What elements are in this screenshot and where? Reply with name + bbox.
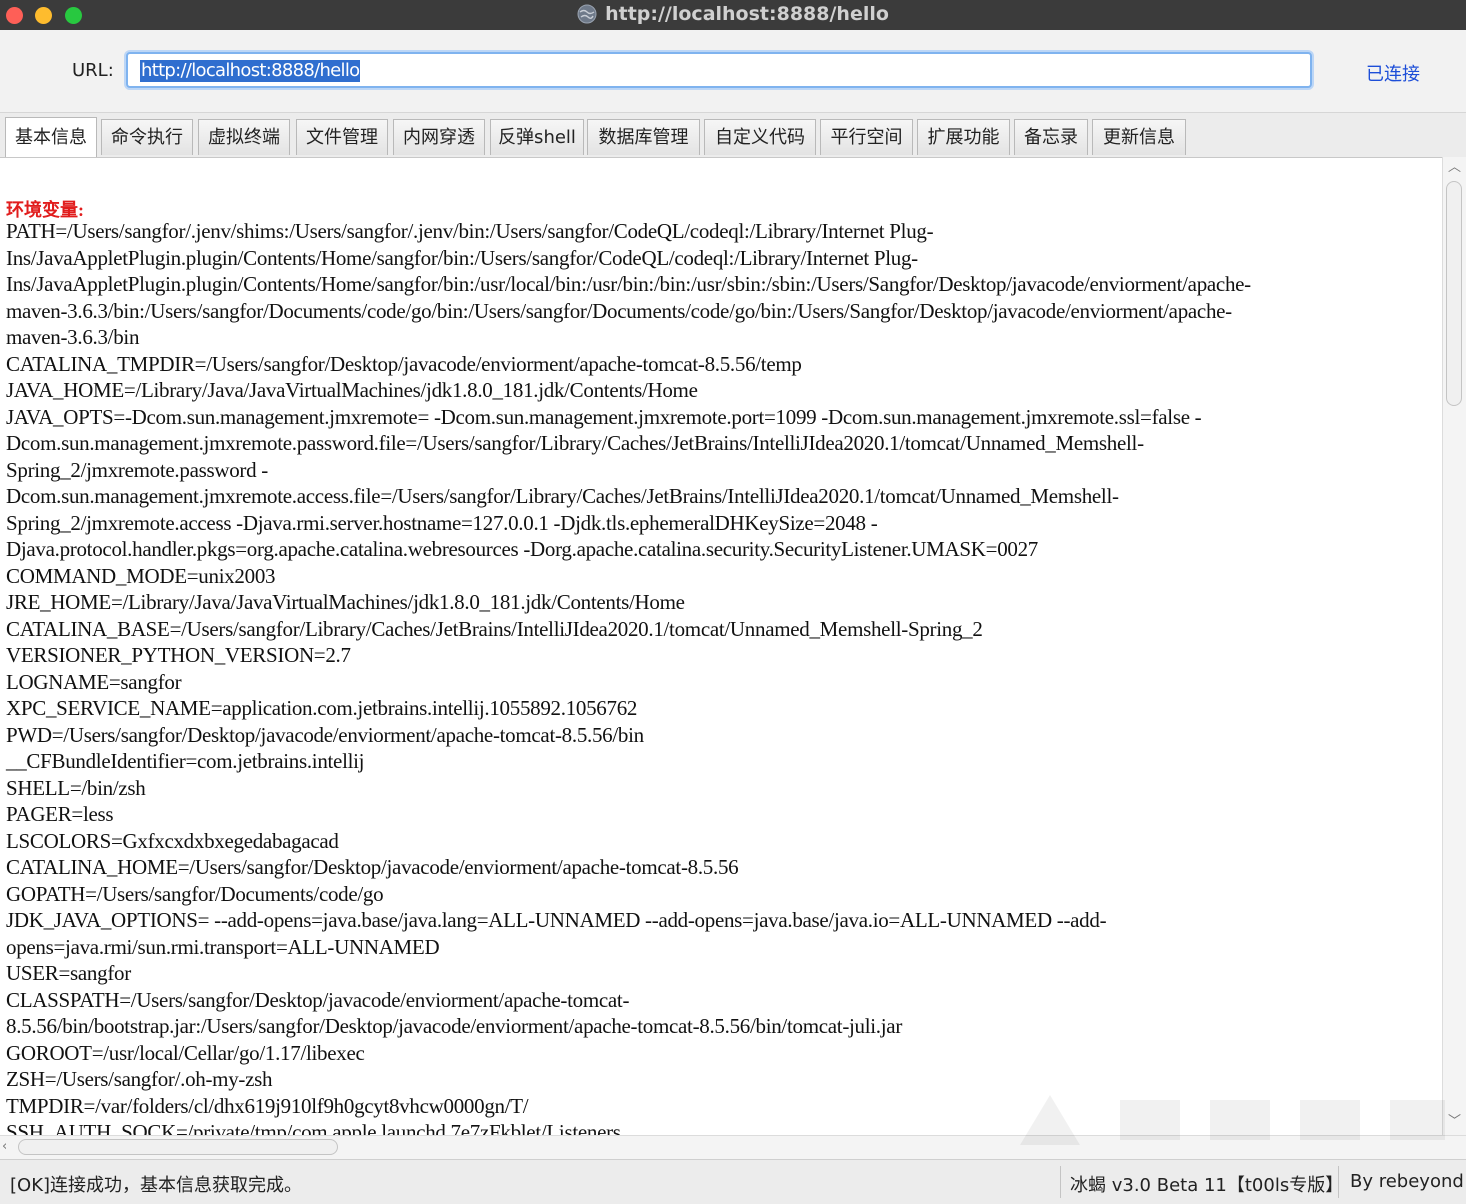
status-message: [OK]连接成功，基本信息获取完成。 [10,1175,303,1196]
env-var-line: GOROOT=/usr/local/Cellar/go/1.17/libexec [6,1040,365,1065]
env-var-line: PATH=/Users/sangfor/.jenv/shims:/Users/s… [6,219,934,243]
env-var-line: XPC_SERVICE_NAME=application.com.jetbrai… [6,696,638,720]
tab-virtual-terminal[interactable]: 虚拟终端 [198,119,290,155]
env-var-line: CLASSPATH=/Users/sangfor/Desktop/javacod… [6,987,630,1012]
status-bar: [OK]连接成功，基本信息获取完成。 冰蝎 v3.0 Beta 11【t00ls… [0,1159,1466,1204]
tab-memo[interactable]: 备忘录 [1014,119,1088,155]
env-var-line: Spring_2/jmxremote.password - [6,457,268,482]
app-author: By rebeyond [1350,1171,1464,1192]
env-var-line: maven-3.6.3/bin:/Users/sangfor/Documents… [6,298,1232,323]
env-var-line: __CFBundleIdentifier=com.jetbrains.intel… [6,749,365,773]
url-bar: URL: http://localhost:8888/hello 已连接 [0,30,1466,113]
arrow-up-icon[interactable]: ︿ [1448,161,1461,175]
env-var-line: maven-3.6.3/bin [6,325,140,349]
env-var-line: opens=java.rmi/sun.rmi.transport=ALL-UNN… [6,934,440,959]
env-var-line: USER=sangfor [6,961,131,985]
env-var-line: Spring_2/jmxremote.access -Djava.rmi.ser… [6,510,878,535]
tab-file-manager[interactable]: 文件管理 [296,119,388,155]
tab-database-manager[interactable]: 数据库管理 [587,119,700,155]
status-separator [1338,1166,1339,1198]
url-input-value: http://localhost:8888/hello [140,60,361,82]
env-var-line: ZSH=/Users/sangfor/.oh-my-zsh [6,1067,273,1091]
env-var-line: LOGNAME=sangfor [6,669,182,694]
globe-icon [577,4,597,24]
env-var-line: 8.5.56/bin/bootstrap.jar:/Users/sangfor/… [6,1014,903,1038]
title-bar: http://localhost:8888/hello [0,0,1466,30]
env-var-line: PWD=/Users/sangfor/Desktop/javacode/envi… [6,722,644,747]
tab-parallel-space[interactable]: 平行空间 [820,119,913,155]
tab-intranet-tunnel[interactable]: 内网穿透 [393,119,485,155]
env-var-line: Dcom.sun.management.jmxremote.password.f… [6,431,1144,455]
env-var-line: Ins/JavaAppletPlugin.plugin/Contents/Hom… [6,245,918,270]
env-var-line: CATALINA_BASE=/Users/sangfor/Library/Cac… [6,616,983,641]
vertical-scrollbar[interactable]: ︿ ﹀ [1442,157,1466,1135]
arrow-left-icon[interactable]: ‹ [2,1140,7,1154]
tab-basic-info[interactable]: 基本信息 [5,117,97,157]
env-var-line: LSCOLORS=Gxfxcxdxbxegedabagacad [6,828,339,853]
connection-status: 已连接 [1366,64,1420,85]
env-var-line: SHELL=/bin/zsh [6,775,146,800]
env-var-line: CATALINA_TMPDIR=/Users/sangfor/Desktop/j… [6,351,802,376]
env-var-line: GOPATH=/Users/sangfor/Documents/code/go [6,881,384,906]
env-var-line: Ins/JavaAppletPlugin.plugin/Contents/Hom… [6,272,1251,296]
env-var-line: JDK_JAVA_OPTIONS= --add-opens=java.base/… [6,908,1107,932]
status-separator [1060,1166,1061,1198]
horizontal-scroll-thumb[interactable] [18,1139,338,1155]
url-input[interactable]: http://localhost:8888/hello [126,52,1312,88]
env-var-line: JAVA_OPTS=-Dcom.sun.management.jmxremote… [6,404,1202,429]
tab-custom-code[interactable]: 自定义代码 [704,119,816,155]
url-label: URL: [72,60,114,81]
env-var-line: PAGER=less [6,802,114,826]
env-var-line: JAVA_HOME=/Library/Java/JavaVirtualMachi… [6,378,698,402]
window-title-wrap: http://localhost:8888/hello [0,0,1466,30]
tab-reverse-shell[interactable]: 反弹shell [490,119,584,155]
env-var-line: VERSIONER_PYTHON_VERSION=2.7 [6,643,351,667]
app-window: http://localhost:8888/hello URL: http://… [0,0,1466,1204]
tab-update-info[interactable]: 更新信息 [1092,119,1186,155]
tab-command-exec[interactable]: 命令执行 [101,119,193,155]
window-title: http://localhost:8888/hello [605,3,889,25]
env-var-line: JRE_HOME=/Library/Java/JavaVirtualMachin… [6,590,685,614]
env-var-line: COMMAND_MODE=unix2003 [6,563,276,588]
env-var-line: CATALINA_HOME=/Users/sangfor/Desktop/jav… [6,855,739,879]
env-var-line: Djava.protocol.handler.pkgs=org.apache.c… [6,537,1038,561]
info-panel[interactable]: 环境变量: PATH=/Users/sangfor/.jenv/shims:/U… [0,157,1442,1136]
tab-extensions[interactable]: 扩展功能 [917,119,1010,155]
tab-bar: 基本信息 命令执行 虚拟终端 文件管理 内网穿透 反弹shell 数据库管理 自… [0,113,1466,157]
env-vars-list: PATH=/Users/sangfor/.jenv/shims:/Users/s… [6,218,1442,1136]
watermark-logo [1020,1095,1445,1145]
env-var-line: Dcom.sun.management.jmxremote.access.fil… [6,484,1119,508]
vertical-scroll-thumb[interactable] [1446,181,1462,406]
app-version: 冰蝎 v3.0 Beta 11【t00ls专版】 [1070,1175,1344,1196]
